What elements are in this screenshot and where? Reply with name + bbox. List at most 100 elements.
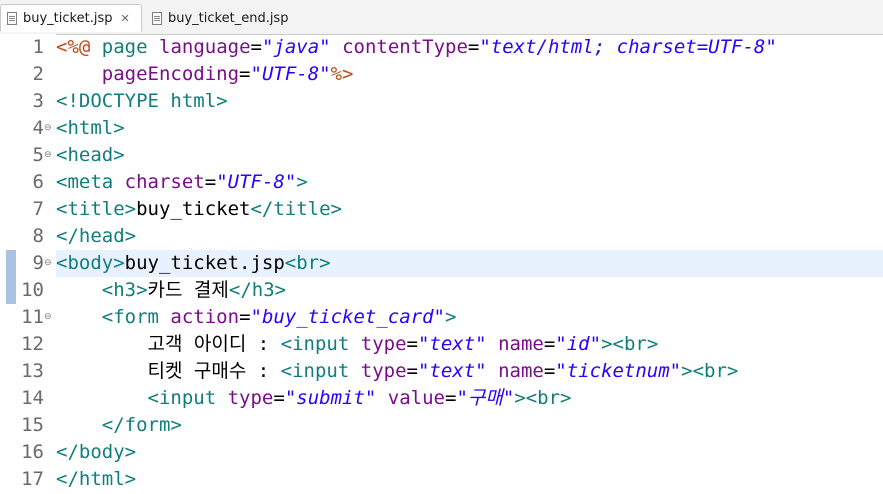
line-number: 5	[32, 144, 44, 166]
code-line[interactable]: </head>	[56, 223, 136, 250]
line-number: 8	[32, 225, 44, 247]
code-token: <body>	[56, 252, 125, 274]
line-number: 15	[21, 414, 44, 436]
code-token: </html>	[56, 468, 137, 490]
code-token: pageEncoding	[101, 63, 240, 85]
code-line[interactable]: 티켓 구매수 : <input type="text" name="ticket…	[56, 358, 739, 385]
code-token: </body>	[56, 441, 137, 463]
code-token: =	[239, 63, 251, 85]
code-token: value	[387, 387, 445, 409]
code-token: page	[101, 36, 148, 58]
code-token: <title>	[56, 198, 137, 220]
code-token: >	[296, 171, 308, 193]
line-number: 16	[21, 441, 44, 463]
code-token: type	[360, 333, 407, 355]
line-number: 2	[32, 63, 44, 85]
code-token: </h3>	[228, 279, 287, 301]
code-token: "buy_ticket_card"	[250, 306, 445, 328]
code-token: </form>	[101, 414, 182, 436]
code-line[interactable]: </form>	[56, 412, 182, 439]
tab-buy-ticket-end-jsp[interactable]: buy_ticket_end.jsp	[146, 4, 296, 32]
code-line[interactable]: <html>	[56, 115, 125, 142]
code-line[interactable]: <body>buy_ticket.jsp<br>	[56, 250, 331, 277]
tab-buy-ticket-jsp[interactable]: buy_ticket.jsp ✕	[0, 4, 142, 32]
code-token: <input	[280, 360, 350, 382]
code-token: <input	[280, 333, 350, 355]
code-line[interactable]: 고객 아이디 : <input type="text" name="id"><b…	[56, 331, 659, 358]
code-token: =	[239, 306, 251, 328]
code-token: name	[498, 333, 544, 355]
jsp-file-icon	[7, 11, 17, 25]
code-token: 카드 결제	[147, 279, 229, 301]
code-token: <html>	[56, 117, 125, 139]
fold-toggle-icon[interactable]: ⊖	[44, 142, 52, 169]
code-token: =	[204, 171, 217, 193]
code-token: buy_ticket.jsp	[124, 252, 285, 274]
editor-tab-bar: buy_ticket.jsp ✕ buy_ticket_end.jsp	[0, 0, 883, 35]
jsp-file-icon	[152, 11, 162, 25]
code-line[interactable]: <input type="submit" value="구매"><br>	[56, 385, 572, 412]
code-token: name	[498, 360, 544, 382]
fold-toggle-icon[interactable]: ⊖	[44, 250, 52, 277]
code-line[interactable]: <title>buy_ticket</title>	[56, 196, 342, 223]
code-line[interactable]: pageEncoding="UTF-8"%>	[56, 61, 354, 88]
code-line[interactable]: <form action="buy_ticket_card">	[56, 304, 457, 331]
code-token: ><br>	[681, 360, 739, 382]
code-token: =	[467, 36, 480, 58]
code-line[interactable]: <h3>카드 결제</h3>	[56, 277, 286, 304]
code-line[interactable]: <%@ page language="java" contentType="te…	[56, 34, 777, 61]
code-token: "text/html; charset=UTF-8"	[479, 36, 777, 58]
line-number: 6	[32, 171, 44, 193]
fold-toggle-icon[interactable]: ⊖	[44, 115, 52, 142]
code-line[interactable]: </html>	[56, 466, 136, 493]
line-number-gutter[interactable]: 1 2 3 4 ⊖ 5 ⊖ 6 7 8 9 ⊖ 10 11 ⊖ 12 13 14 15 16 17	[0, 34, 56, 494]
code-token: >	[444, 306, 457, 328]
code-token: <meta	[56, 171, 114, 193]
tab-label: buy_ticket.jsp	[23, 10, 113, 26]
close-icon[interactable]: ✕	[120, 12, 129, 25]
code-line[interactable]: <!DOCTYPE html>	[56, 88, 228, 115]
code-token: =	[543, 360, 556, 382]
code-token: <form	[101, 306, 159, 328]
code-token: =	[543, 333, 556, 355]
code-line[interactable]: </body>	[56, 439, 136, 466]
line-number: 4	[32, 117, 44, 139]
fold-toggle-icon[interactable]: ⊖	[44, 304, 52, 331]
tab-label: buy_ticket_end.jsp	[168, 10, 289, 26]
code-token: "submit"	[284, 387, 377, 409]
code-token: 고객 아이디 :	[56, 333, 281, 355]
code-token: <input	[147, 387, 217, 409]
code-token: =	[445, 387, 457, 409]
code-token: language	[159, 36, 251, 58]
code-token: </head>	[56, 225, 137, 247]
code-editor[interactable]: buy_ticket.jsp ✕ buy_ticket_end.jsp 1234…	[0, 0, 883, 494]
code-token: </title>	[250, 198, 342, 220]
code-line[interactable]: <head>	[56, 142, 125, 169]
line-number: 14	[21, 387, 44, 409]
code-line[interactable]: <meta charset="UTF-8">	[56, 169, 308, 196]
code-token: "구매"	[456, 387, 515, 409]
code-token: buy_ticket	[136, 198, 251, 220]
code-token: "text"	[417, 360, 487, 382]
line-number: 1	[32, 36, 44, 58]
line-number: 13	[21, 360, 44, 382]
line-number: 3	[32, 90, 44, 112]
code-token: %>	[330, 63, 354, 85]
code-token: ><br>	[601, 333, 659, 355]
line-number: 12	[21, 333, 44, 355]
code-token: <h3>	[101, 279, 148, 301]
code-token: <!DOCTYPE html>	[56, 90, 228, 112]
line-number: 11	[21, 306, 44, 328]
